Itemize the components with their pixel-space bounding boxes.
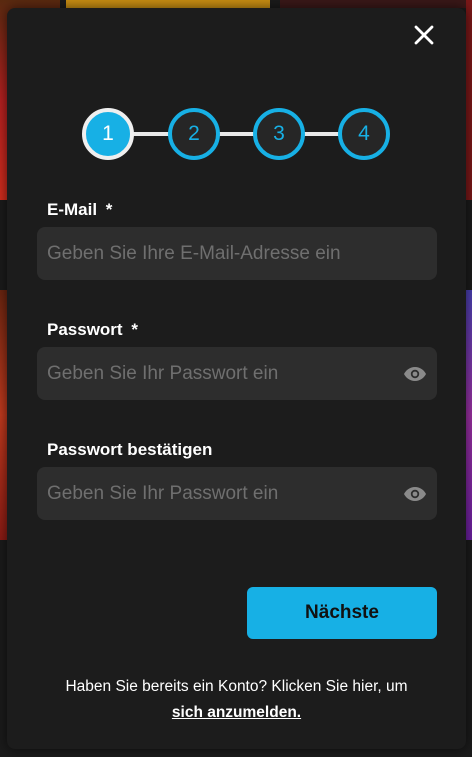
eye-icon[interactable] <box>403 362 427 386</box>
login-prompt: Haben Sie bereits ein Konto? Klicken Sie… <box>7 674 466 726</box>
password-field[interactable] <box>37 347 437 400</box>
next-button[interactable]: Nächste <box>247 587 437 639</box>
eye-icon[interactable] <box>403 482 427 506</box>
close-button[interactable] <box>412 23 436 47</box>
required-mark: * <box>131 320 138 339</box>
bg-tile-right-top <box>466 0 472 200</box>
bg-tile-top-right <box>280 0 472 8</box>
confirm-password-label: Passwort bestätigen <box>47 440 213 459</box>
step-4: 4 <box>338 108 390 160</box>
login-link[interactable]: sich anzumelden. <box>172 704 301 721</box>
password-label-text: Passwort <box>47 320 123 339</box>
email-input[interactable] <box>37 227 437 280</box>
close-icon[interactable] <box>412 23 436 47</box>
step-3: 3 <box>253 108 305 160</box>
step-connector <box>302 132 342 136</box>
progress-stepper: 1 2 3 4 <box>82 106 390 162</box>
password-input[interactable] <box>37 347 437 400</box>
step-2: 2 <box>168 108 220 160</box>
password-label: Passwort * <box>47 320 138 340</box>
email-field[interactable] <box>37 227 437 280</box>
bg-tile-right-mid <box>466 290 472 540</box>
confirm-password-field[interactable] <box>37 467 437 520</box>
bg-tile-top-mid <box>66 0 270 8</box>
required-mark: * <box>105 200 113 219</box>
step-connector <box>218 132 258 136</box>
email-label-text: E-Mail <box>47 200 98 219</box>
login-prompt-text: Haben Sie bereits ein Konto? Klicken Sie… <box>65 678 408 695</box>
email-label: E-Mail * <box>47 200 112 220</box>
confirm-password-input[interactable] <box>37 467 437 520</box>
step-1: 1 <box>82 108 134 160</box>
step-connector <box>132 132 172 136</box>
